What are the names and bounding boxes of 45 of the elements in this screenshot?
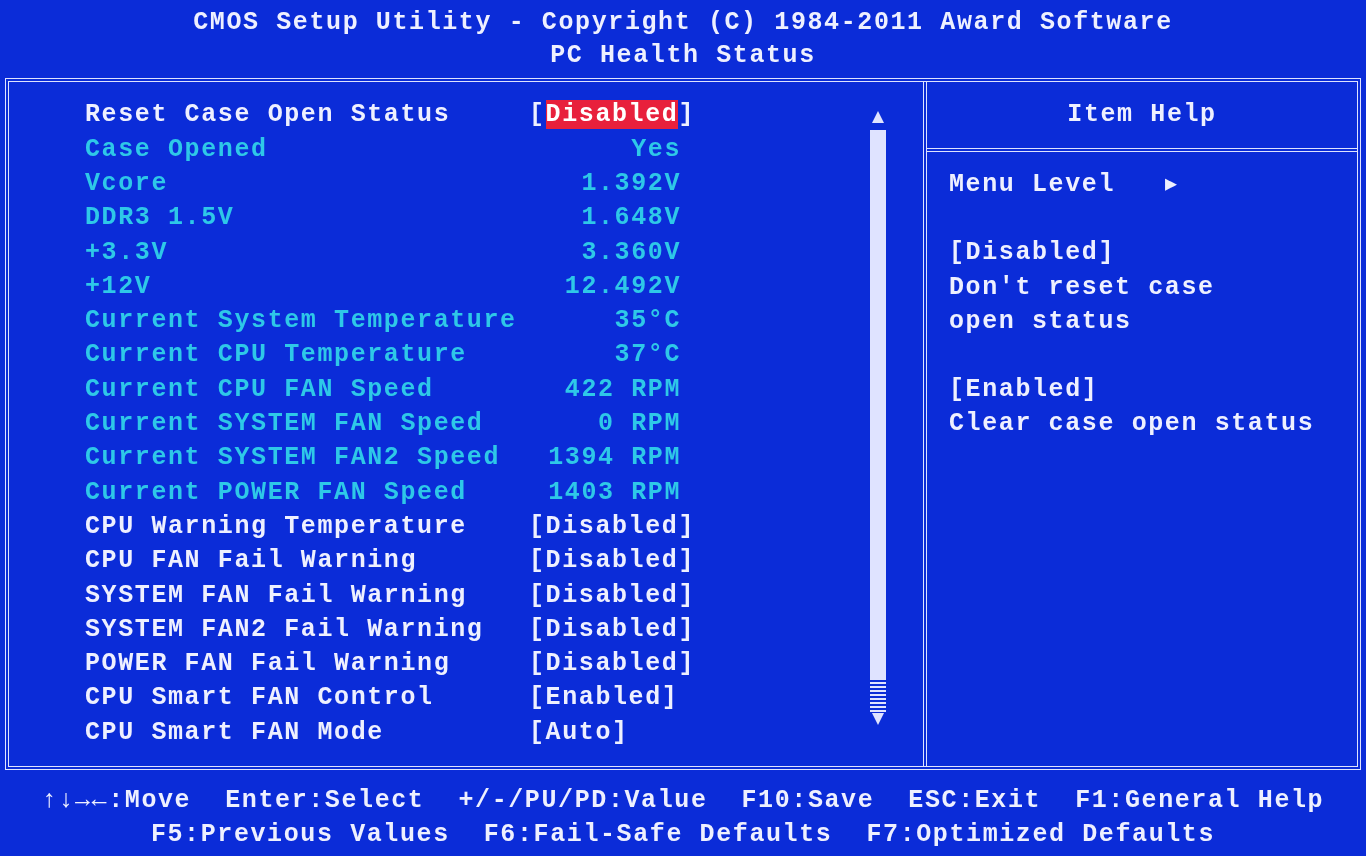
help-text: Clear case open status xyxy=(949,408,1316,441)
key-hint: ESC:Exit xyxy=(908,785,1042,817)
reading-label: +12V xyxy=(85,270,153,303)
reading-value: 1394 RPM xyxy=(547,442,681,475)
reading-value: 3.360V xyxy=(580,236,681,269)
key-hint: ↑↓→←:Move xyxy=(41,785,192,817)
help-text: Don't reset case xyxy=(949,271,1216,304)
reading-label: Current SYSTEM FAN2 Speed xyxy=(85,442,502,475)
menu-level-label: Menu Level xyxy=(949,169,1116,201)
help-title: Item Help xyxy=(1067,99,1217,132)
reading-value: 0 RPM xyxy=(597,408,681,441)
reading-label: Current POWER FAN Speed xyxy=(85,476,468,509)
help-heading: [Disabled] xyxy=(949,237,1117,270)
reading-value: 12.492V xyxy=(563,270,681,303)
help-text: open status xyxy=(949,305,1133,338)
reading-value: 1.392V xyxy=(580,168,681,200)
reading-label: Case Opened xyxy=(85,133,269,166)
page-title: PC Health Status xyxy=(550,40,816,72)
reading-label: Current CPU FAN Speed xyxy=(85,373,435,406)
reading-value: 37°C xyxy=(613,339,681,372)
setting-label[interactable]: Reset Case Open Status xyxy=(85,96,529,134)
key-hint: Enter:Select xyxy=(225,785,425,817)
reading-label: DDR3 1.5V xyxy=(85,202,236,235)
reading-value: 1.648V xyxy=(580,202,681,235)
key-hint: F1:General Help xyxy=(1075,785,1325,817)
reading-value: Yes xyxy=(630,133,681,166)
scroll-up-arrow-icon[interactable] xyxy=(871,110,885,124)
key-hint: F7:Optimized Defaults xyxy=(866,819,1216,851)
reading-label: Vcore xyxy=(85,168,169,200)
window-title: CMOS Setup Utility - Copyright (C) 1984-2011 Award Software xyxy=(193,7,1173,39)
reading-label: Current CPU Temperature xyxy=(85,339,468,372)
reading-value: 422 RPM xyxy=(563,373,681,406)
reading-value: 1403 RPM xyxy=(547,476,681,509)
reading-label: Current SYSTEM FAN Speed xyxy=(85,408,485,441)
key-hint: F6:Fail-Safe Defaults xyxy=(483,819,833,851)
reading-value: 35°C xyxy=(613,305,681,338)
help-heading: [Enabled] xyxy=(949,374,1100,407)
reading-label: +3.3V xyxy=(85,236,169,269)
menu-level-arrow: ▶ xyxy=(1165,172,1179,198)
key-hint: +/-/PU/PD:Value xyxy=(458,785,708,817)
reading-label: Current System Temperature xyxy=(85,305,518,338)
scrollbar-thumb[interactable] xyxy=(870,130,886,678)
key-hint: F10:Save xyxy=(741,785,875,817)
scroll-down-arrow-icon[interactable] xyxy=(871,712,885,726)
key-hint: F5:Previous Values xyxy=(150,819,450,851)
